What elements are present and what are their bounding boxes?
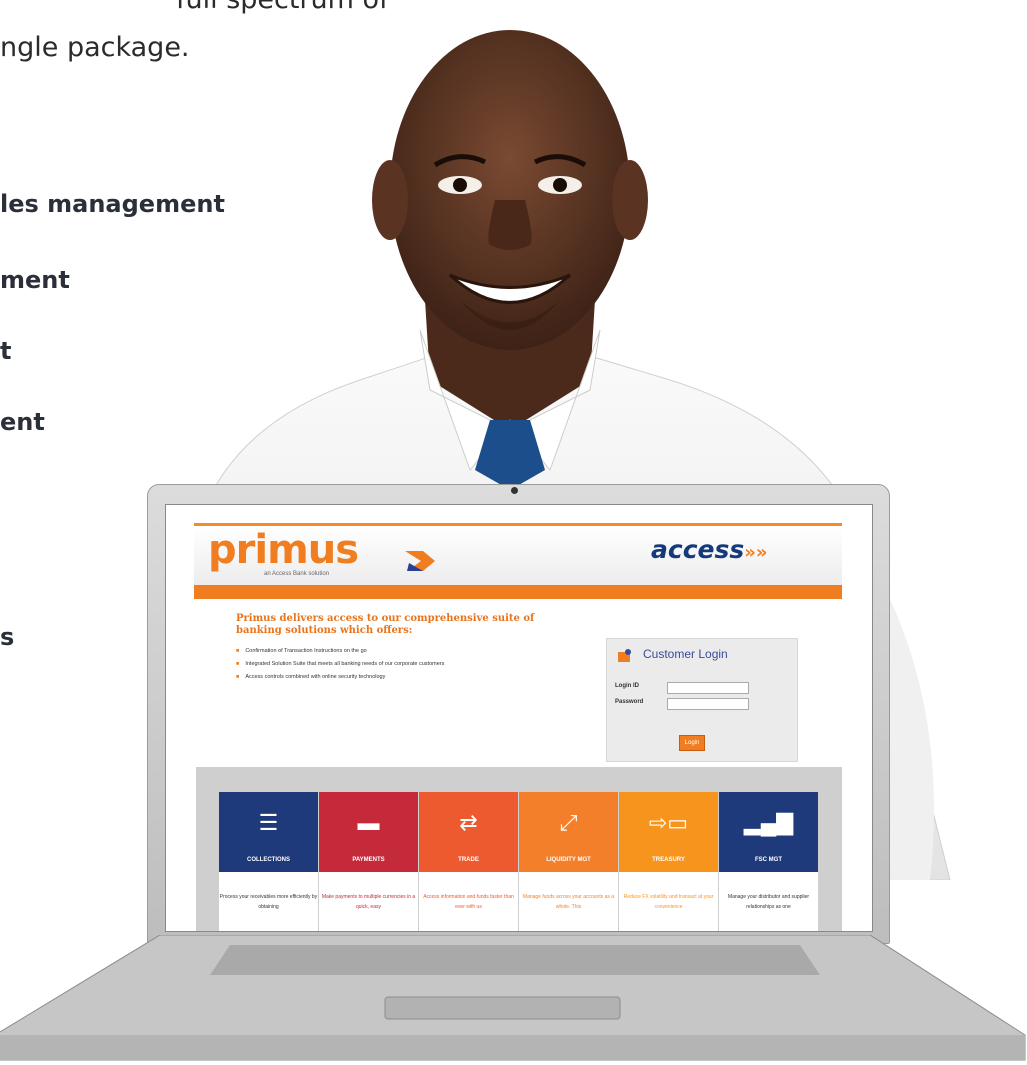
feature-text: Access controls combined with online sec… <box>245 674 386 680</box>
tile-label: FSC MGT <box>755 857 782 863</box>
feature-text: Confirmation of Transaction Instructions… <box>245 648 367 654</box>
bar-chart-icon: ▂▄▇ <box>743 810 794 835</box>
transfer-box-icon: ⇨▭ <box>648 810 689 835</box>
tile-description: Manage your distributor and supplier rel… <box>719 872 818 931</box>
portal-headline: Primus delivers access to our comprehens… <box>236 613 535 636</box>
feature-item: ■ Confirmation of Transaction Instruction… <box>236 648 367 654</box>
tile-label: COLLECTIONS <box>247 857 290 863</box>
feature-bullet: t <box>0 337 12 365</box>
tile-label: TRADE <box>458 857 479 863</box>
password-label: Password <box>615 699 644 705</box>
feature-bullet: ent <box>0 408 45 436</box>
header-top-line <box>194 523 842 526</box>
feature-text: Integrated Solution Suite that meets all… <box>245 661 445 667</box>
primus-logo-subtitle: an Access Bank solution <box>264 571 330 577</box>
tile-label: LIQUIDITY MGT <box>546 857 591 863</box>
access-bank-logo[interactable]: access»» <box>651 535 768 564</box>
tile-liquidity[interactable]: ⤢ LIQUIDITY MGT <box>519 792 618 872</box>
expand-icon: ⤢ <box>559 810 578 835</box>
list-icon: ☰ <box>258 810 279 835</box>
tile-collections[interactable]: ☰ COLLECTIONS <box>219 792 318 872</box>
tile-treasury[interactable]: ⇨▭ TREASURY <box>619 792 718 872</box>
feature-bullet: s <box>0 623 15 651</box>
tile-description: Manage funds across your accounts as a w… <box>519 872 618 931</box>
tile-fsc[interactable]: ▂▄▇ FSC MGT <box>719 792 818 872</box>
password-input[interactable] <box>667 698 749 710</box>
keyboard <box>210 945 820 975</box>
tile-description: Process your receivables more efficientl… <box>219 872 318 931</box>
tile-label: PAYMENTS <box>352 857 385 863</box>
feature-item: ■ Access controls combined with online se… <box>236 674 386 680</box>
tile-trade[interactable]: ⇄ TRADE <box>419 792 518 872</box>
login-user-icon <box>618 649 631 662</box>
access-logo-arrows: »» <box>744 542 768 563</box>
tile-description: Reduce FX volatility and transact at you… <box>619 872 718 931</box>
header-orange-bar <box>194 585 842 599</box>
primus-logo[interactable]: primus <box>208 527 359 573</box>
trackpad <box>384 996 621 1020</box>
laptop-base <box>0 935 1026 1061</box>
folder-lock-icon: ▬ <box>357 810 380 835</box>
webcam <box>511 487 518 494</box>
login-id-label: Login ID <box>615 683 639 689</box>
tile-description: Access information and funds faster than… <box>419 872 518 931</box>
login-title: Customer Login <box>643 647 728 661</box>
tile-description: Make payments to multiple currencies in … <box>319 872 418 931</box>
feature-bullet: ment <box>0 266 70 294</box>
login-id-input[interactable] <box>667 682 749 694</box>
customer-login-panel: Customer Login Login ID Password Login <box>606 638 798 762</box>
tile-payments[interactable]: ▬ PAYMENTS <box>319 792 418 872</box>
feature-item: ■ Integrated Solution Suite that meets al… <box>236 661 445 667</box>
login-button[interactable]: Login <box>679 735 705 751</box>
exchange-icon: ⇄ <box>459 810 478 835</box>
access-logo-text: access <box>651 535 745 564</box>
primus-arrow-icon <box>405 551 435 571</box>
laptop-screen: primus an Access Bank solution access»» … <box>165 504 873 932</box>
tile-label: TREASURY <box>652 857 685 863</box>
